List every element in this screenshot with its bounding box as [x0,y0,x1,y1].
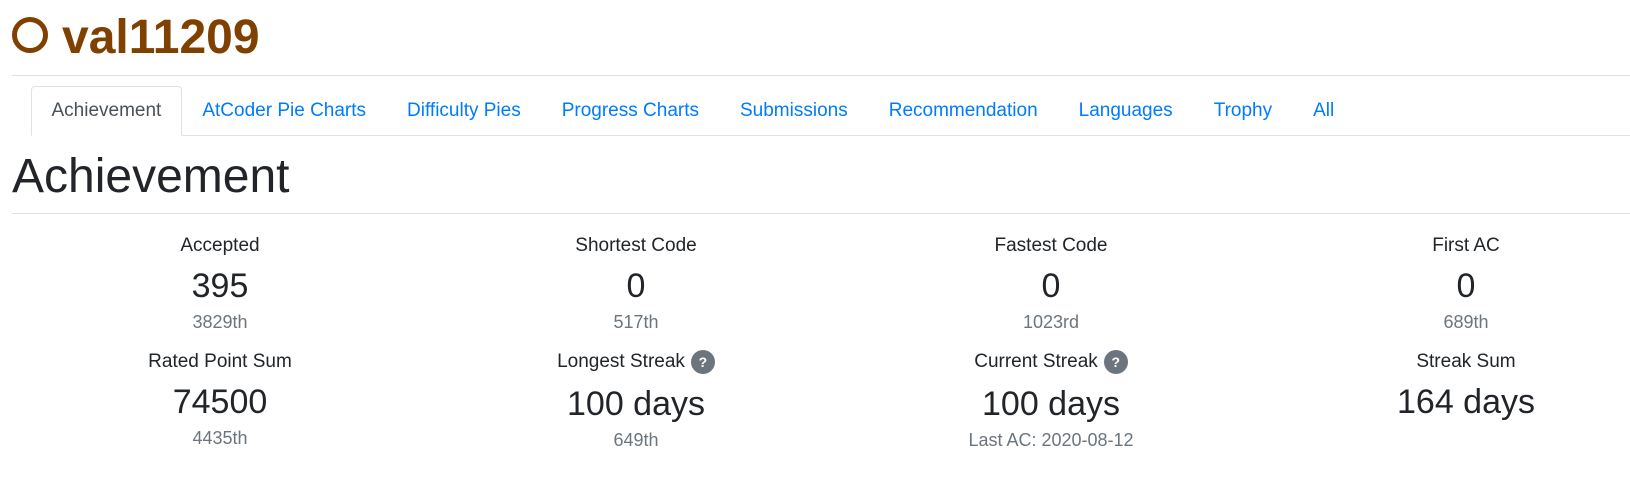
tab-atcoder-pie-charts[interactable]: AtCoder Pie Charts [182,86,387,135]
rating-circle-icon [12,17,48,53]
page: val11209 Achievement AtCoder Pie Charts … [0,0,1630,501]
header-divider [12,75,1630,76]
stat-rated-point-sum: Rated Point Sum 74500 4435th [60,350,380,450]
section-title: Achievement [12,150,290,203]
tab-trophy[interactable]: Trophy [1193,86,1292,135]
stat-label-row: Longest Streak ? [476,350,796,374]
stat-value: 0 [1456,267,1476,305]
stat-rank: 689th [1443,312,1489,332]
help-icon[interactable]: ? [690,350,715,374]
stat-label: Longest Streak [557,351,685,372]
tab-progress-charts[interactable]: Progress Charts [541,86,719,135]
stat-value: 74500 [172,383,268,421]
stat-label: First AC [1432,235,1500,256]
stat-current-streak: Current Streak ? 100 days Last AC: 2020-… [891,350,1211,452]
stat-label: Fastest Code [994,235,1108,256]
stat-first-ac: First AC 0 689th [1306,234,1626,334]
tab-recommendation[interactable]: Recommendation [868,86,1058,135]
stat-rank: 4435th [192,428,248,448]
stat-label: Current Streak [974,351,1098,372]
stat-rank: 3829th [192,312,248,332]
stat-accepted: Accepted 395 3829th [60,234,380,334]
stat-label: Shortest Code [575,235,697,256]
tab-languages[interactable]: Languages [1058,86,1193,135]
stat-shortest-code: Shortest Code 0 517th [476,234,796,334]
tab-submissions[interactable]: Submissions [720,86,869,135]
stat-value: 100 days [567,385,705,423]
tab-achievement[interactable]: Achievement [31,86,182,136]
user-header: val11209 [12,8,260,68]
tab-difficulty-pies[interactable]: Difficulty Pies [387,86,542,135]
stat-value: 164 days [1397,383,1535,421]
stat-label-row: Current Streak ? [891,350,1211,374]
tab-bar: Achievement AtCoder Pie Charts Difficult… [31,86,1630,136]
stat-label: Rated Point Sum [148,351,292,372]
stat-rank: 1023rd [1022,312,1080,332]
user-name: val11209 [62,11,260,64]
stat-streak-sum: Streak Sum 164 days [1306,350,1626,424]
stat-fastest-code: Fastest Code 0 1023rd [891,234,1211,334]
stat-rank: 649th [613,430,659,450]
stat-last-ac: Last AC: 2020-08-12 [968,430,1134,450]
stat-label: Accepted [180,235,260,256]
stat-value: 395 [191,267,249,305]
tab-all[interactable]: All [1293,86,1355,135]
section-divider [12,213,1630,214]
stat-rank: 517th [613,312,659,332]
stat-longest-streak: Longest Streak ? 100 days 649th [476,350,796,452]
help-icon[interactable]: ? [1103,350,1128,374]
stat-value: 0 [626,267,646,305]
stat-value: 100 days [982,385,1120,423]
stat-value: 0 [1041,267,1061,305]
stat-label: Streak Sum [1416,351,1516,372]
